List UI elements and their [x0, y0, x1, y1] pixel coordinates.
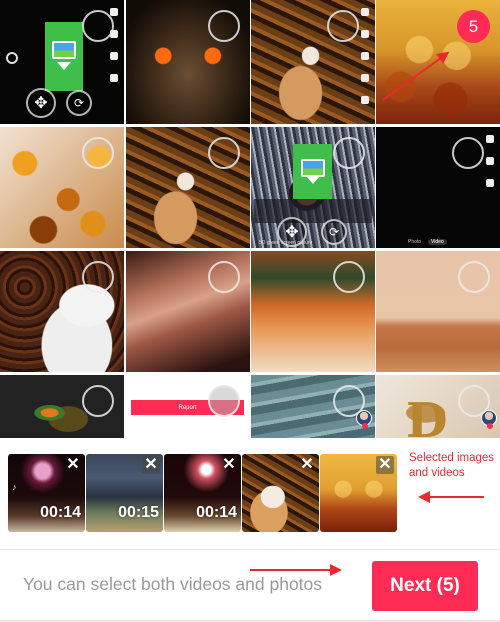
rotate-icon: ⟳: [321, 219, 347, 245]
annotation-line: and videos: [409, 467, 465, 479]
green-screen-preview: [45, 22, 83, 91]
media-tile[interactable]: [0, 375, 124, 438]
selected-thumb[interactable]: ✕: [320, 454, 397, 532]
media-tile[interactable]: [251, 0, 375, 124]
selected-thumb[interactable]: ♪ ✕ 00:14: [8, 454, 85, 532]
video-duration: 00:14: [40, 504, 81, 521]
download-arrow-icon: [57, 62, 71, 71]
image-icon: [52, 41, 76, 60]
media-tile[interactable]: [376, 251, 500, 372]
select-circle[interactable]: [327, 10, 359, 42]
annotation-selected-label: Selected images and videos: [409, 451, 494, 481]
rotate-icon: ⟳: [66, 90, 92, 116]
media-tile[interactable]: [251, 251, 375, 372]
select-circle[interactable]: [333, 385, 365, 417]
close-icon[interactable]: ✕: [298, 456, 316, 474]
select-circle[interactable]: [452, 137, 484, 169]
media-tile[interactable]: Report: [126, 375, 250, 438]
close-icon[interactable]: ✕: [64, 456, 82, 474]
select-circle[interactable]: [208, 137, 240, 169]
selected-media-strip: ♪ ✕ 00:14 ✕ 00:15 ✕ 00:14 ✕ ✕: [8, 454, 397, 532]
tiktok-logo-icon: ♪: [12, 482, 17, 492]
selected-thumb[interactable]: ✕ 00:15: [86, 454, 163, 532]
annotation-arrow-next: [250, 564, 342, 576]
select-circle[interactable]: [458, 261, 490, 293]
select-circle[interactable]: [333, 261, 365, 293]
media-tile[interactable]: D: [376, 375, 500, 438]
select-circle[interactable]: [458, 385, 490, 417]
green-screen-preview: [293, 144, 332, 199]
next-button[interactable]: Next (5): [372, 561, 478, 611]
select-circle[interactable]: [208, 10, 240, 42]
video-duration: 00:15: [118, 504, 159, 521]
selected-thumb[interactable]: ✕ 00:14: [164, 454, 241, 532]
select-circle[interactable]: [82, 10, 114, 42]
media-picker-screen: ✥ ⟳ 5 ✥ ⟳ 5D green screen picture Photo …: [0, 0, 500, 622]
media-tile[interactable]: Photo Video: [376, 127, 500, 248]
selection-order-badge[interactable]: 5: [457, 10, 490, 43]
video-tab-label: Video: [428, 239, 447, 245]
selected-thumb[interactable]: ✕: [242, 454, 319, 532]
media-grid[interactable]: ✥ ⟳ 5 ✥ ⟳ 5D green screen picture Photo …: [0, 0, 500, 438]
annotation-line: Selected images: [409, 452, 495, 464]
media-tile[interactable]: [0, 251, 124, 372]
media-tile[interactable]: [126, 0, 250, 124]
camera-side-toolbar: [359, 8, 371, 104]
select-circle[interactable]: [82, 385, 114, 417]
select-circle[interactable]: [333, 137, 365, 169]
effect-strip: [254, 199, 372, 223]
close-icon[interactable]: ✕: [376, 456, 394, 474]
media-tile[interactable]: [251, 375, 375, 438]
refresh-icon: [6, 52, 18, 64]
download-arrow-icon: [305, 175, 320, 184]
close-icon[interactable]: ✕: [142, 456, 160, 474]
photo-tab-label: Photo: [408, 239, 422, 245]
annotation-arrow-strip: [420, 496, 484, 498]
effect-search-text: 5D green screen picture: [259, 240, 313, 246]
close-icon[interactable]: ✕: [220, 456, 238, 474]
media-tile-selected[interactable]: 5: [376, 0, 500, 124]
image-icon: [300, 159, 325, 178]
media-tile[interactable]: [126, 127, 250, 248]
select-circle[interactable]: [82, 137, 114, 169]
crown-letter-art: D: [406, 393, 448, 438]
select-circle[interactable]: [208, 261, 240, 293]
media-tile[interactable]: [0, 127, 124, 248]
move-icon: ✥: [26, 88, 56, 118]
footer-divider: [0, 549, 500, 550]
video-duration: 00:14: [196, 504, 237, 521]
media-tile[interactable]: ✥ ⟳ 5D green screen picture: [251, 127, 375, 248]
camera-side-toolbar: [484, 135, 496, 187]
media-tile[interactable]: [126, 251, 250, 372]
selection-hint: You can select both videos and photos: [23, 574, 323, 594]
select-circle[interactable]: [82, 261, 114, 293]
media-tile[interactable]: ✥ ⟳: [0, 0, 124, 124]
select-circle[interactable]: [208, 385, 240, 417]
